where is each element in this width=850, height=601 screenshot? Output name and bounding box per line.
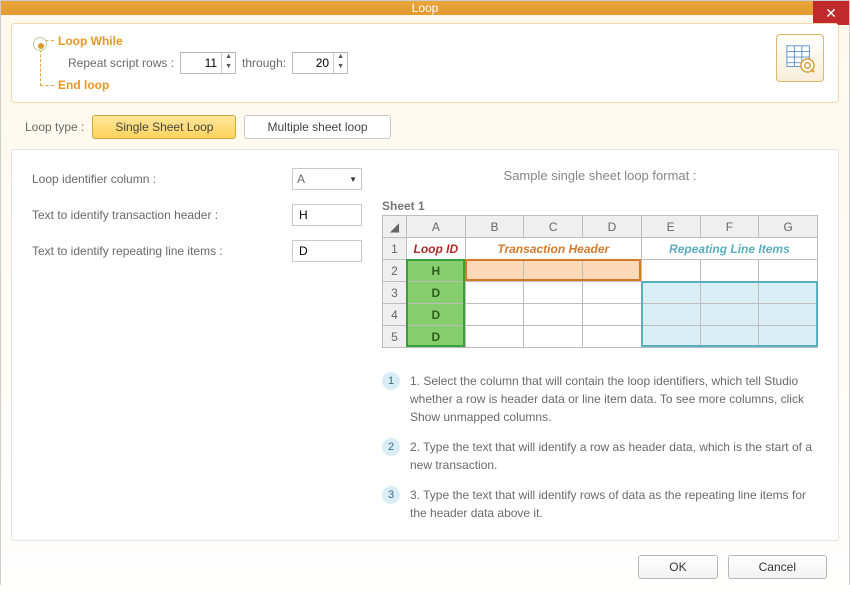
from-up[interactable]: ▲ [222,53,235,63]
loop-type-label: Loop type : [25,120,84,134]
to-up[interactable]: ▲ [334,53,347,63]
loop-id-col-label: Loop identifier column : [32,172,282,186]
row-5-id: D [407,326,466,348]
chevron-down-icon: ▼ [349,175,357,184]
row-5-num: 5 [383,326,407,348]
sheet-name: Sheet 1 [382,199,818,213]
step-3-badge: 3 [382,486,400,504]
cancel-button[interactable]: Cancel [728,555,827,579]
col-C: C [524,216,583,238]
row-2-id: H [407,260,466,282]
from-down[interactable]: ▼ [222,63,235,73]
from-input[interactable] [181,53,221,73]
from-spinner[interactable]: ▲▼ [180,52,236,74]
step-1-text: 1. Select the column that will contain t… [410,372,818,426]
items-text-label: Text to identify repeating line items : [32,244,282,258]
step-2-badge: 2 [382,438,400,456]
window-title: Loop [412,1,439,15]
loop-id-col-value: A [297,172,305,186]
end-loop-label: End loop [58,78,824,92]
left-column: Loop identifier column : A ▼ Text to ide… [32,168,362,522]
items-text-input[interactable] [292,240,362,262]
row-4-id: D [407,304,466,326]
items-header: Repeating Line Items [641,238,817,260]
col-E: E [641,216,700,238]
row-3-id: D [407,282,466,304]
sample-table-wrap: ◢ A B C D E F G 1 Loop ID Transaction He… [382,215,818,348]
right-column: Sample single sheet loop format : Sheet … [382,168,818,522]
loopid-header: Loop ID [407,238,466,260]
repeat-label: Repeat script rows : [68,56,174,70]
ok-button[interactable]: OK [638,555,717,579]
close-button[interactable]: ✕ [813,1,849,25]
tab-multiple-sheet[interactable]: Multiple sheet loop [244,115,390,139]
loop-id-col-combo[interactable]: A ▼ [292,168,362,190]
trans-header: Transaction Header [465,238,641,260]
config-panel: Loop identifier column : A ▼ Text to ide… [11,149,839,541]
magnifier-icon [33,37,47,51]
col-B: B [465,216,524,238]
step-2-text: 2. Type the text that will identify a ro… [410,438,818,474]
step-1-badge: 1 [382,372,400,390]
col-D: D [583,216,642,238]
to-input[interactable] [293,53,333,73]
row-3-num: 3 [383,282,407,304]
footer: OK Cancel [11,547,839,589]
col-G: G [759,216,818,238]
row-2-num: 2 [383,260,407,282]
sample-title: Sample single sheet loop format : [382,168,818,183]
to-spinner[interactable]: ▲▼ [292,52,348,74]
titlebar: Loop ✕ [1,1,849,15]
loop-while-block: Loop While Repeat script rows : ▲▼ throu… [11,23,839,103]
corner-cell: ◢ [383,216,407,238]
loop-dialog: Loop ✕ Loop While Repeat script rows : ▲… [0,0,850,585]
loop-while-label: Loop While [58,34,123,48]
col-F: F [700,216,759,238]
col-A: A [407,216,466,238]
row-4-num: 4 [383,304,407,326]
main-content: Loop While Repeat script rows : ▲▼ throu… [1,15,849,601]
loop-type-row: Loop type : Single Sheet Loop Multiple s… [11,109,839,143]
through-label: through: [242,56,286,70]
sample-table: ◢ A B C D E F G 1 Loop ID Transaction He… [382,215,818,348]
instructions: 1 1. Select the column that will contain… [382,372,818,522]
to-down[interactable]: ▼ [334,63,347,73]
row-1-num: 1 [383,238,407,260]
header-text-label: Text to identify transaction header : [32,208,282,222]
tab-single-sheet[interactable]: Single Sheet Loop [92,115,236,139]
header-text-input[interactable] [292,204,362,226]
step-3-text: 3. Type the text that will identify rows… [410,486,818,522]
